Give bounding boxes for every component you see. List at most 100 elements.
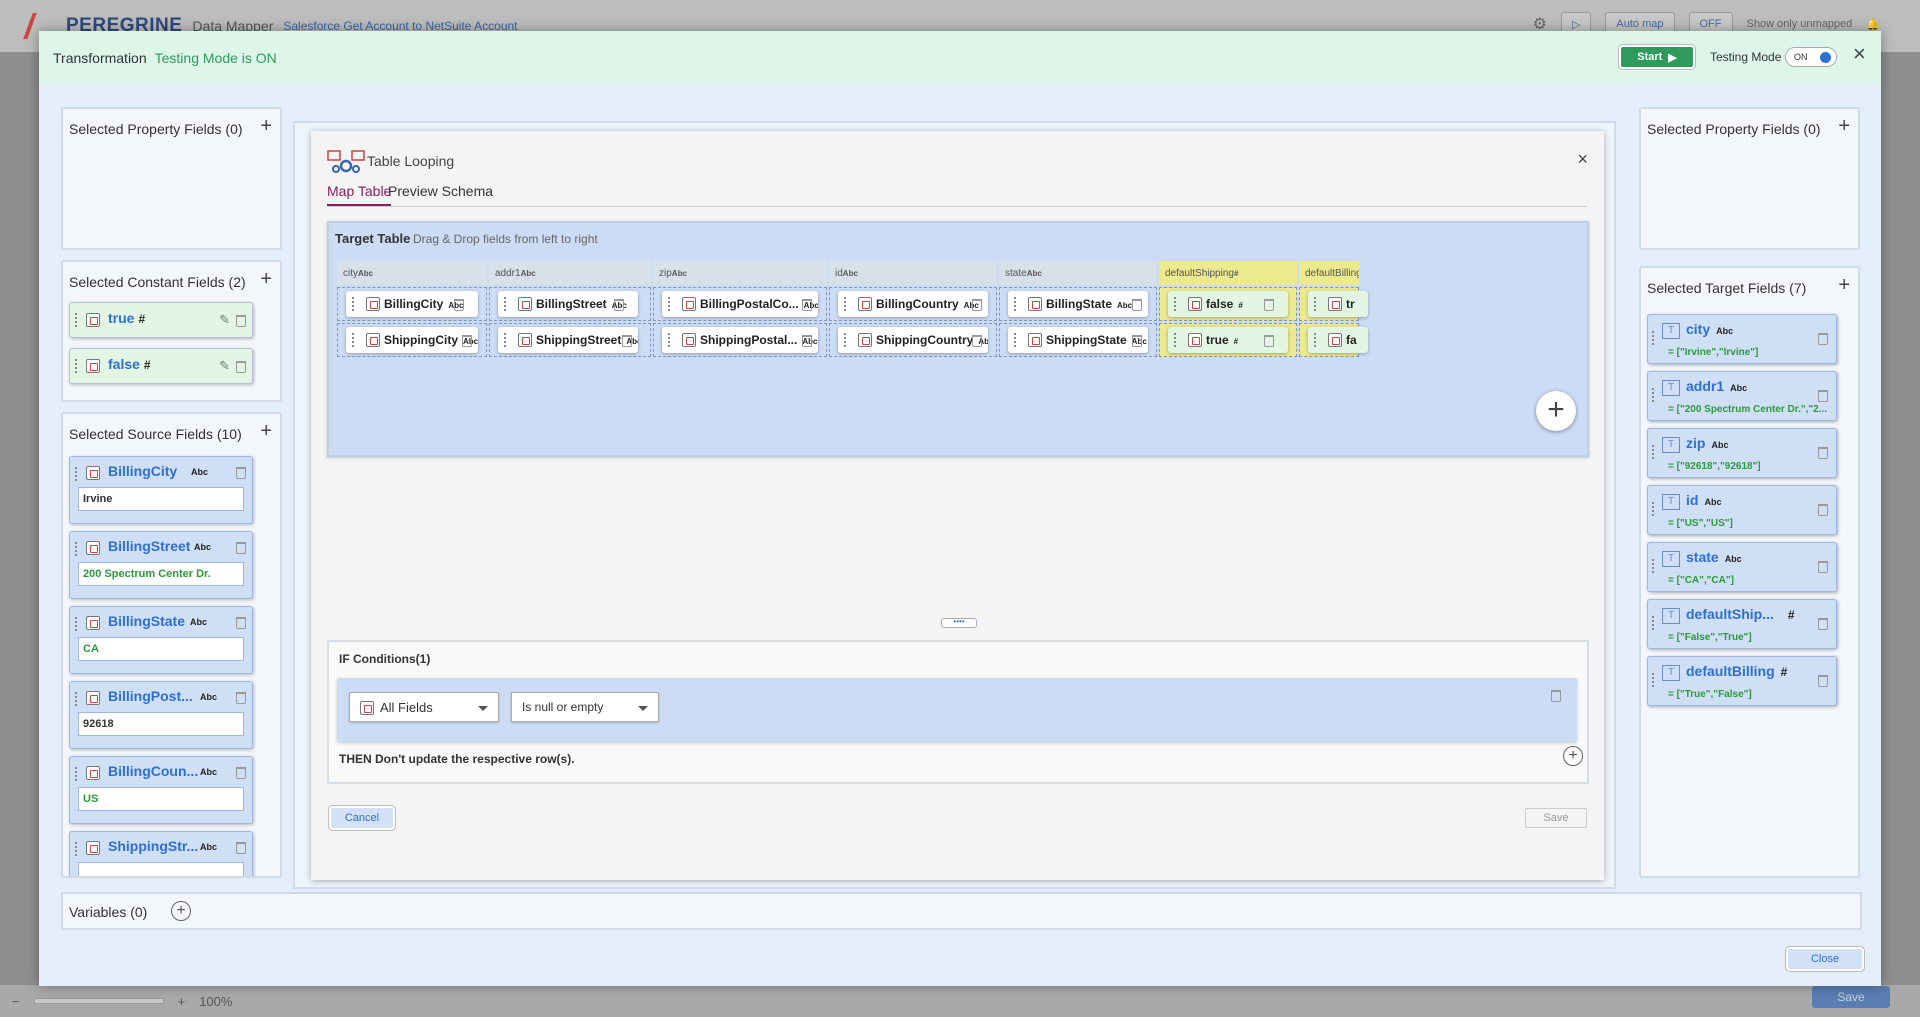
trash-icon[interactable] xyxy=(236,617,246,629)
trash-icon[interactable] xyxy=(1264,335,1274,347)
trash-icon[interactable] xyxy=(236,542,246,554)
testing-mode-toggle[interactable]: ON xyxy=(1785,47,1837,67)
trash-icon[interactable] xyxy=(236,467,246,479)
drag-handle-icon[interactable] xyxy=(75,542,78,556)
table-cell[interactable]: ShippingState Abc xyxy=(999,323,1157,357)
table-cell[interactable]: BillingState Abc xyxy=(999,287,1157,321)
mapped-field-chip[interactable]: ShippingState Abc xyxy=(1008,327,1148,353)
mapped-field-chip[interactable]: BillingStreet Abc xyxy=(498,291,638,317)
drag-handle-icon[interactable] xyxy=(668,297,671,311)
trash-icon[interactable] xyxy=(1818,561,1828,573)
table-cell[interactable]: tr xyxy=(1299,287,1368,321)
drag-handle-icon[interactable] xyxy=(1652,331,1655,345)
trash-icon[interactable] xyxy=(1818,504,1828,516)
add-row-button[interactable]: + xyxy=(1536,391,1576,431)
trash-icon[interactable] xyxy=(802,335,812,347)
drag-handle-icon[interactable] xyxy=(1652,502,1655,516)
table-cell[interactable]: BillingCity Abc xyxy=(337,287,487,321)
mapped-field-chip[interactable]: BillingCountry Abc xyxy=(838,291,988,317)
add-icon[interactable]: + xyxy=(1838,115,1850,138)
edit-icon[interactable]: ✎ xyxy=(219,358,230,374)
source-field[interactable]: BillingStreet Abc 200 Spectrum Center Dr… xyxy=(69,531,253,599)
drag-handle-icon[interactable] xyxy=(75,617,78,631)
source-field[interactable]: BillingCity Abc Irvine xyxy=(69,456,253,524)
trash-icon[interactable] xyxy=(1551,690,1561,702)
mapped-field-chip[interactable]: false # xyxy=(1168,291,1288,317)
mapped-field-chip[interactable]: fa xyxy=(1308,327,1368,353)
tab-preview-schema[interactable]: Preview Schema xyxy=(388,183,493,199)
source-field[interactable]: BillingState Abc CA xyxy=(69,606,253,674)
trash-icon[interactable] xyxy=(1818,675,1828,687)
target-field[interactable]: Tid Abc = ["US","US"] xyxy=(1647,485,1837,535)
mapped-field-chip[interactable]: ShippingPostal... Abc xyxy=(662,327,818,353)
close-icon[interactable]: × xyxy=(1853,43,1866,65)
constant-item[interactable]: true # ✎ xyxy=(69,302,253,338)
table-cell[interactable]: BillingCountry Abc xyxy=(829,287,997,321)
drag-handle-icon[interactable] xyxy=(1174,333,1177,347)
trash-icon[interactable] xyxy=(972,335,982,347)
constant-item[interactable]: false # ✎ xyxy=(69,348,253,384)
table-cell[interactable]: BillingPostalCo... Abc xyxy=(653,287,827,321)
drag-handle-icon[interactable] xyxy=(1652,673,1655,687)
save-button[interactable]: Save xyxy=(1525,808,1587,828)
drag-handle-icon[interactable] xyxy=(1174,297,1177,311)
target-field[interactable]: Tstate Abc = ["CA","CA"] xyxy=(1647,542,1837,592)
drag-handle-icon[interactable] xyxy=(75,467,78,481)
mapped-field-chip[interactable]: ShippingStreetAbc xyxy=(498,327,638,353)
drag-handle-icon[interactable] xyxy=(1652,445,1655,459)
trash-icon[interactable] xyxy=(236,692,246,704)
trash-icon[interactable] xyxy=(236,842,246,854)
drag-handle-icon[interactable] xyxy=(844,333,847,347)
source-field[interactable]: BillingCoun... Abc US xyxy=(69,756,253,824)
trash-icon[interactable] xyxy=(1818,390,1828,402)
mapped-field-chip[interactable]: BillingCity Abc xyxy=(346,291,478,317)
zoom-in-icon[interactable]: + xyxy=(178,994,186,1009)
target-field[interactable]: Taddr1 Abc = ["200 Spectrum Center Dr.","2… xyxy=(1647,371,1837,421)
mapped-field-chip[interactable]: tr xyxy=(1308,291,1368,317)
target-field[interactable]: TdefaultBilling # = ["True","False"] xyxy=(1647,656,1837,706)
trash-icon[interactable] xyxy=(1818,618,1828,630)
trash-icon[interactable] xyxy=(1818,333,1828,345)
drag-handle-icon[interactable] xyxy=(504,297,507,311)
add-icon[interactable]: + xyxy=(260,268,272,291)
edit-icon[interactable]: ✎ xyxy=(219,312,230,328)
add-condition-icon[interactable]: + xyxy=(1563,746,1583,766)
trash-icon[interactable] xyxy=(1818,447,1828,459)
resize-handle[interactable]: •••• xyxy=(941,618,977,628)
table-cell[interactable]: fa xyxy=(1299,323,1368,357)
add-variable-icon[interactable]: + xyxy=(171,901,191,921)
table-cell[interactable]: BillingStreet Abc xyxy=(489,287,651,321)
app-save-button[interactable]: Save xyxy=(1812,986,1890,1008)
cancel-button[interactable]: Cancel xyxy=(331,808,393,828)
drag-handle-icon[interactable] xyxy=(1014,333,1017,347)
trash-icon[interactable] xyxy=(1132,335,1142,347)
drag-handle-icon[interactable] xyxy=(1652,559,1655,573)
source-field[interactable]: ShippingStr... Abc xyxy=(69,831,253,876)
drag-handle-icon[interactable] xyxy=(352,333,355,347)
drag-handle-icon[interactable] xyxy=(504,333,507,347)
mapped-field-chip[interactable]: true # xyxy=(1168,327,1288,353)
trash-icon[interactable] xyxy=(236,315,246,327)
add-icon[interactable]: + xyxy=(260,115,272,138)
drag-handle-icon[interactable] xyxy=(1652,616,1655,630)
target-field[interactable]: Tzip Abc = ["92618","92618"] xyxy=(1647,428,1837,478)
trash-icon[interactable] xyxy=(802,299,812,311)
add-icon[interactable]: + xyxy=(1838,274,1850,297)
drag-handle-icon[interactable] xyxy=(75,313,78,327)
trash-icon[interactable] xyxy=(236,361,246,373)
table-cell[interactable]: ShippingCity Abc xyxy=(337,323,487,357)
drag-handle-icon[interactable] xyxy=(1014,297,1017,311)
close-icon[interactable]: × xyxy=(1577,149,1588,170)
drag-handle-icon[interactable] xyxy=(1314,297,1317,311)
zoom-slider[interactable] xyxy=(33,998,164,1004)
trash-icon[interactable] xyxy=(614,299,624,311)
drag-handle-icon[interactable] xyxy=(75,359,78,373)
drag-handle-icon[interactable] xyxy=(75,767,78,781)
condition-operator-select[interactable]: Is null or empty xyxy=(511,692,659,722)
mapped-field-chip[interactable]: BillingState Abc xyxy=(1008,291,1148,317)
start-button[interactable]: Start ▶ xyxy=(1621,47,1693,67)
drag-handle-icon[interactable] xyxy=(352,297,355,311)
drag-handle-icon[interactable] xyxy=(668,333,671,347)
drag-handle-icon[interactable] xyxy=(844,297,847,311)
close-button[interactable]: Close xyxy=(1788,949,1862,969)
